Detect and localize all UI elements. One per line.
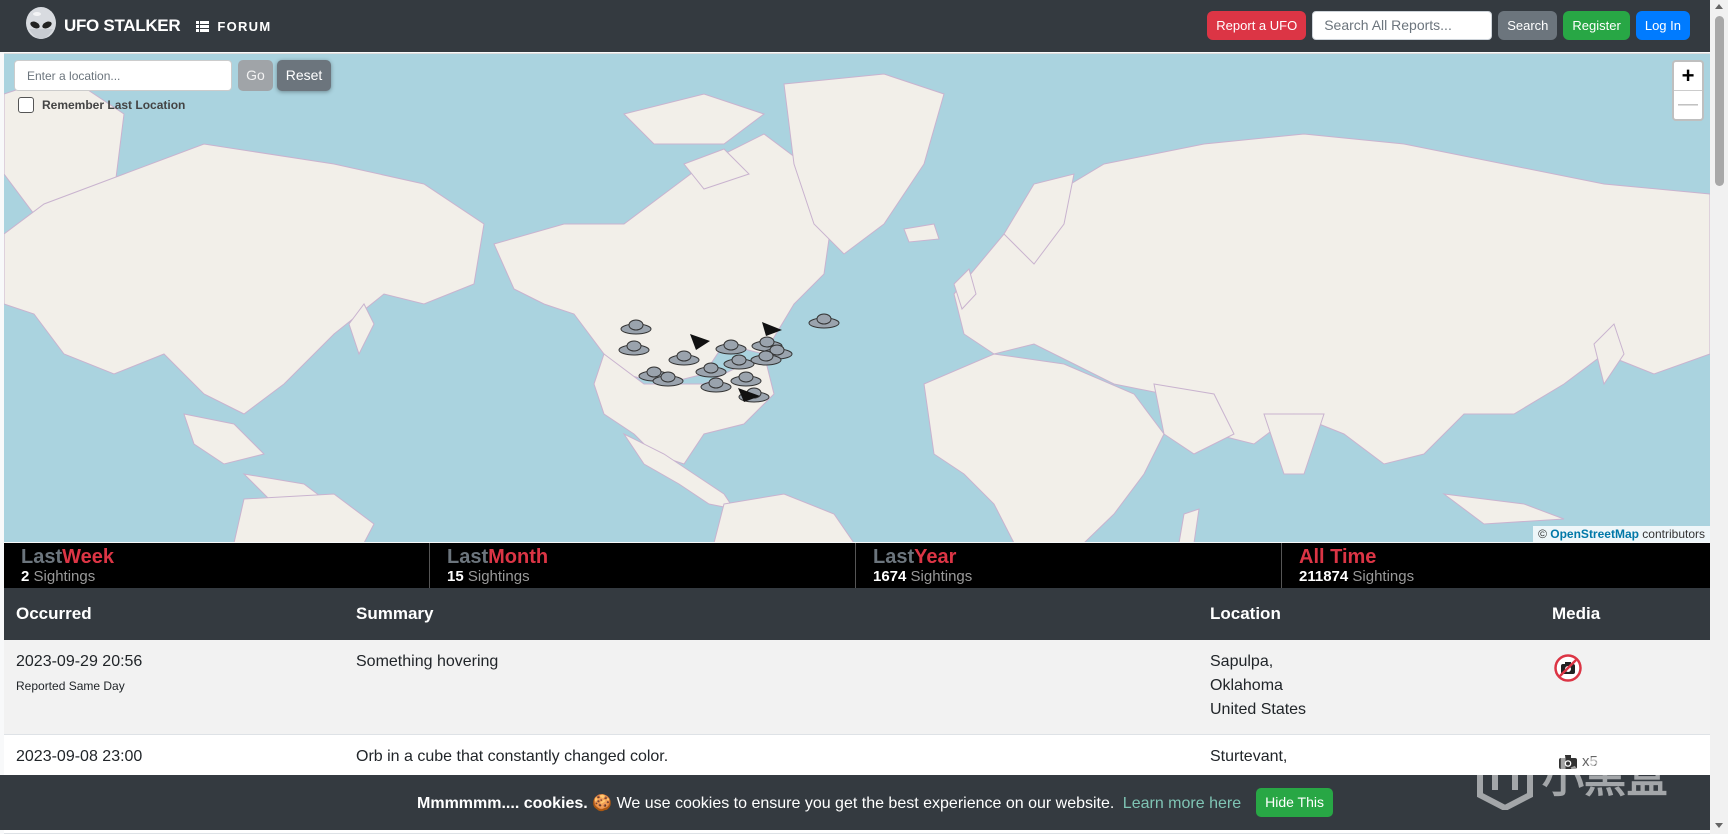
hide-cookie-button[interactable]: Hide This xyxy=(1256,788,1333,817)
page: UFO STALKER FORUM Report a UFO Search Re… xyxy=(0,0,1710,834)
location-controls: Go Reset Remember Last Location xyxy=(14,60,331,113)
location-city: Sapulpa, xyxy=(1210,653,1274,670)
stat-period: Month xyxy=(488,546,549,568)
location-city: Sturtevant, xyxy=(1210,748,1288,765)
cookie-body: We use cookies to ensure you get the bes… xyxy=(616,794,1115,812)
world-map[interactable]: Go Reset Remember Last Location + — © Op… xyxy=(4,53,1710,542)
location-cell: Sturtevant, xyxy=(1210,745,1287,769)
alien-logo-icon xyxy=(26,7,56,39)
search-button[interactable]: Search xyxy=(1498,10,1558,40)
stat-prefix: Last xyxy=(21,546,63,568)
stat-last-month[interactable]: LastMonth 15 Sightings xyxy=(430,543,856,588)
remember-location-row: Remember Last Location xyxy=(18,97,185,113)
remember-location-label: Remember Last Location xyxy=(42,98,186,112)
stat-prefix: Last xyxy=(447,546,489,568)
register-button[interactable]: Register xyxy=(1563,10,1630,40)
cookie-message: Mmmmmm.... cookies. 🍪 We use cookies to … xyxy=(417,793,1241,813)
zoom-out-button[interactable]: — xyxy=(1674,91,1702,119)
nav-actions: Report a UFO Search Register Log In xyxy=(1201,10,1690,40)
summary-link[interactable]: Something hovering xyxy=(356,650,498,674)
forum-link[interactable]: FORUM xyxy=(196,19,271,34)
remember-location-checkbox[interactable] xyxy=(18,97,34,113)
summary-link[interactable]: Orb in a cube that constantly changed co… xyxy=(356,745,668,769)
cookie-banner: Mmmmmm.... cookies. 🍪 We use cookies to … xyxy=(0,775,1710,830)
stat-period: All Time xyxy=(1299,546,1377,568)
occurred-datetime: 2023-09-08 23:00 xyxy=(16,748,143,765)
brand-link[interactable]: UFO STALKER xyxy=(24,7,181,45)
forum-label: FORUM xyxy=(217,18,272,34)
column-media[interactable]: Media xyxy=(1552,604,1600,624)
map-tiles[interactable] xyxy=(4,54,1710,542)
stat-unit: Sightings xyxy=(1352,568,1415,585)
occurred-cell: 2023-09-29 20:56 Reported Same Day xyxy=(16,650,142,698)
reported-note: Reported Same Day xyxy=(16,679,125,693)
stat-all-time[interactable]: All Time 211874 Sightings xyxy=(1282,543,1708,588)
cookie-emoji-icon: 🍪 xyxy=(592,794,613,812)
location-country: United States xyxy=(1210,701,1307,718)
stat-count: 15 xyxy=(447,568,464,585)
zoom-control: + — xyxy=(1672,60,1704,121)
stat-count: 1674 xyxy=(873,568,907,585)
occurred-datetime: 2023-09-29 20:56 xyxy=(16,653,143,670)
cookie-headline: Mmmmmm.... cookies. xyxy=(417,794,588,812)
page-scrollbar[interactable] xyxy=(1710,0,1728,834)
reset-button[interactable]: Reset xyxy=(277,60,331,91)
go-button[interactable]: Go xyxy=(238,60,273,91)
stat-prefix: Last xyxy=(873,546,915,568)
table-header: Occurred Summary Location Media xyxy=(4,588,1710,640)
stat-period: Week xyxy=(62,546,115,568)
list-icon xyxy=(196,20,210,32)
scroll-down-arrow-icon[interactable] xyxy=(1715,823,1723,828)
sightings-stats-bar: LastWeek 2 Sightings LastMonth 15 Sighti… xyxy=(4,543,1710,588)
map-attribution: © OpenStreetMap contributors xyxy=(1533,526,1710,542)
no-camera-icon xyxy=(1554,654,1582,682)
stat-unit: Sightings xyxy=(467,568,530,585)
openstreetmap-link[interactable]: OpenStreetMap xyxy=(1550,527,1639,541)
location-input[interactable] xyxy=(14,60,232,91)
stat-last-year[interactable]: LastYear 1674 Sightings xyxy=(856,543,1282,588)
stat-unit: Sightings xyxy=(33,568,96,585)
navbar: UFO STALKER FORUM Report a UFO Search Re… xyxy=(0,0,1710,52)
login-button[interactable]: Log In xyxy=(1635,10,1690,40)
column-occurred[interactable]: Occurred xyxy=(16,604,92,624)
table-row[interactable]: 2023-09-29 20:56 Reported Same Day Somet… xyxy=(4,640,1710,735)
location-state: Oklahoma xyxy=(1210,677,1283,694)
stat-last-week[interactable]: LastWeek 2 Sightings xyxy=(4,543,430,588)
scrollbar-thumb[interactable] xyxy=(1715,16,1724,186)
zoom-in-button[interactable]: + xyxy=(1674,62,1702,91)
report-ufo-button[interactable]: Report a UFO xyxy=(1207,10,1307,40)
location-cell: Sapulpa, Oklahoma United States xyxy=(1210,650,1306,722)
scroll-up-arrow-icon[interactable] xyxy=(1715,4,1723,9)
stat-period: Year xyxy=(914,546,957,568)
stat-unit: Sightings xyxy=(910,568,973,585)
brand-name: UFO STALKER xyxy=(64,16,181,35)
column-summary[interactable]: Summary xyxy=(356,604,433,624)
column-location[interactable]: Location xyxy=(1210,604,1281,624)
stat-count: 2 xyxy=(21,568,30,585)
attribution-prefix: © xyxy=(1538,527,1547,541)
stat-count: 211874 xyxy=(1299,568,1349,585)
watermark-logo: 小黑盒 xyxy=(1477,741,1669,810)
learn-more-link[interactable]: Learn more here xyxy=(1123,795,1241,812)
search-input[interactable] xyxy=(1312,10,1493,40)
attribution-suffix: contributors xyxy=(1642,527,1705,541)
watermark-text: 小黑盒 xyxy=(1542,753,1669,802)
